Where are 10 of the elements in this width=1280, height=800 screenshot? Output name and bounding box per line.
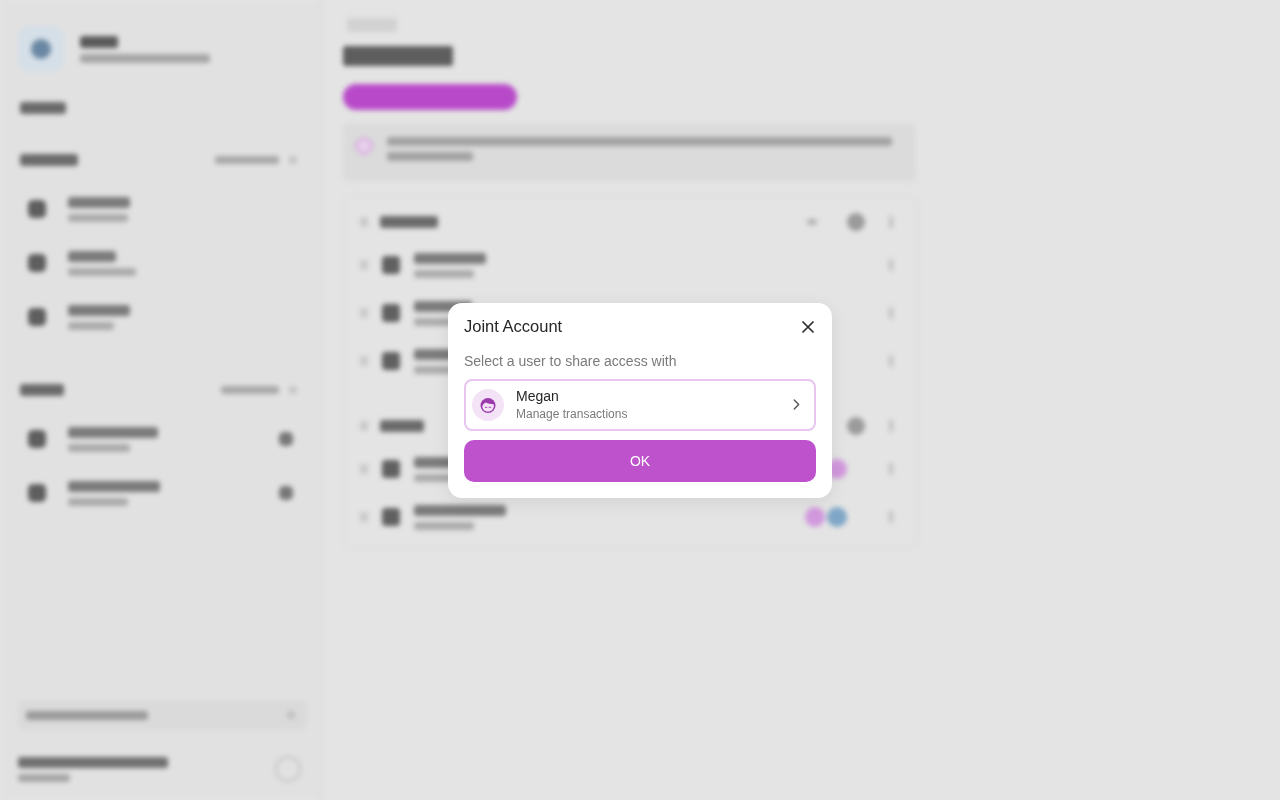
- dialog-title: Joint Account: [464, 317, 563, 336]
- user-option[interactable]: Megan Manage transactions: [464, 378, 816, 431]
- user-name: Megan: [516, 387, 560, 405]
- user-role: Manage transactions: [516, 406, 629, 422]
- girl-face-avatar-icon: [472, 388, 504, 421]
- close-button[interactable]: [800, 318, 816, 335]
- close-icon: [802, 320, 814, 333]
- ok-button[interactable]: OK: [464, 439, 816, 482]
- dialog-prompt: Select a user to share access with: [464, 351, 678, 371]
- chevron-right-icon: [793, 399, 800, 410]
